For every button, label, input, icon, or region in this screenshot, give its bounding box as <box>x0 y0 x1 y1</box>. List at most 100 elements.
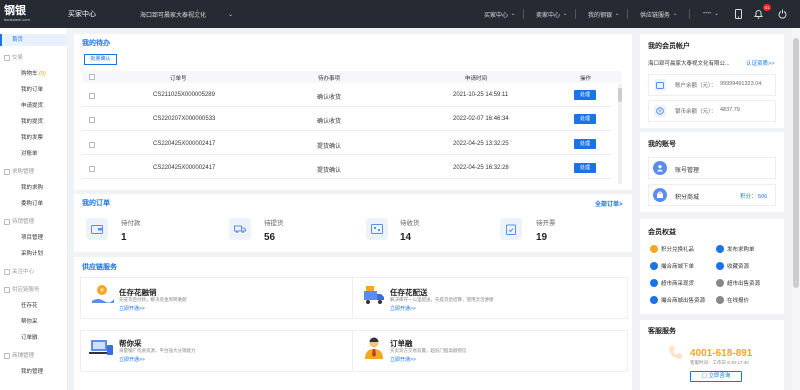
chevron-down-icon: ⌄ <box>511 11 516 17</box>
sidebar-item-my-invoice[interactable]: 我的发票 <box>0 132 68 144</box>
sidebar-group-supply-chain[interactable]: 供应链服务 <box>0 284 68 296</box>
task: 提货确认 <box>317 144 342 150</box>
page-scrollbar[interactable] <box>792 28 800 390</box>
batch-confirm-button[interactable]: 批量确认 <box>84 54 117 65</box>
sidebar-item-label: 委购订单 <box>21 201 44 207</box>
activate-link[interactable]: 立即开通>> <box>119 356 145 363</box>
sidebar-item-entrusted-orders[interactable]: 委购订单 <box>0 198 68 210</box>
sidebar-item-cart[interactable]: 购物车 (0) <box>0 68 68 80</box>
sidebar-item-home[interactable]: 首页 <box>0 34 68 46</box>
stat-value[interactable]: 56 <box>264 232 275 243</box>
user-icon <box>653 161 667 175</box>
mobile-icon[interactable] <box>732 8 744 20</box>
table-scrollbar[interactable] <box>618 84 622 184</box>
stat-label[interactable]: 待收货 <box>400 217 420 227</box>
svg-text:¥: ¥ <box>658 109 661 115</box>
process-button[interactable]: 处理 <box>574 90 596 100</box>
sidebar-item-my-orders[interactable]: 我的订单 <box>0 84 68 96</box>
row-checkbox[interactable] <box>89 117 95 123</box>
sidebar-item-my-pickup[interactable]: 我的提货 <box>0 116 68 128</box>
all-orders-link[interactable]: 全部订单> <box>595 199 623 208</box>
sidebar-item-label: 我的订单 <box>21 87 44 93</box>
nav-label: 我的钢银 <box>588 12 613 19</box>
sidebar-item-label: 申请提货 <box>21 103 44 109</box>
stat-value[interactable]: 1 <box>121 232 127 243</box>
sidebar-item-projects[interactable]: 项目管理 <box>0 232 68 244</box>
sidebar-group-trade[interactable]: 交易 <box>0 52 68 64</box>
benefit-label: 收藏资源 <box>727 264 750 270</box>
sidebar-group-shop[interactable]: 商铺管理 <box>0 350 68 362</box>
sidebar-group-follow[interactable]: 关注中心 <box>0 266 68 278</box>
sidebar-item-dingdanrong[interactable]: 订单融 <box>0 332 68 344</box>
sidebar-item-label: 我的提货 <box>21 119 44 125</box>
chevron-down-icon: ⌄ <box>714 11 719 17</box>
sidebar-group-label: 交易 <box>12 55 24 61</box>
sidebar-group-pending[interactable]: 待销管理 <box>0 216 68 228</box>
stat-value[interactable]: 19 <box>536 232 547 243</box>
activate-link[interactable]: 立即开通>> <box>390 305 416 312</box>
benefit-item[interactable]: 收藏资源 <box>716 262 749 270</box>
points-mall-label: 积分商城 <box>675 195 700 201</box>
scroll-thumb[interactable] <box>618 88 622 102</box>
sidebar-item-label: 我的求购 <box>21 185 44 191</box>
sidebar-item-purchase-plan[interactable]: 采购计划 <box>0 248 68 260</box>
bell-icon[interactable] <box>752 8 764 20</box>
store-icon <box>650 279 658 287</box>
verify-link[interactable]: 认证资质>> <box>746 59 774 67</box>
task: 确认收货 <box>317 95 342 101</box>
activate-link[interactable]: 立即开通>> <box>119 305 145 312</box>
row-checkbox[interactable] <box>89 93 95 99</box>
benefit-label: 撮合商城出售资源 <box>661 298 706 304</box>
nav-supply-chain[interactable]: 供应链服务 ⌄ <box>640 0 677 28</box>
exit-icon[interactable] <box>776 8 788 20</box>
benefit-item[interactable]: 发布求购单 <box>716 245 755 253</box>
services-title: 供应链服务 <box>82 264 117 271</box>
benefit-item[interactable]: 积分兑换礼品 <box>650 245 694 253</box>
sidebar-group-label: 关注中心 <box>12 269 35 275</box>
stat-value[interactable]: 14 <box>400 232 411 243</box>
row-checkbox[interactable] <box>89 166 95 172</box>
stat-label[interactable]: 待提货 <box>264 217 284 227</box>
sidebar-item-rencunhua[interactable]: 任存花 <box>0 300 68 312</box>
user-menu[interactable]: •••• ⌄ <box>703 0 719 28</box>
nav-seller-center[interactable]: 卖家中心 ⌄ <box>536 0 567 28</box>
benefit-item[interactable]: 超市商采现货 <box>650 279 694 287</box>
top-bar: 钢银 banksteel.com 买家中心 海口郅可晨家大泰视文化 ⌄ <box>0 0 800 28</box>
divider <box>197 9 198 19</box>
stat-label[interactable]: 待付款 <box>121 217 141 227</box>
company-selector[interactable]: 海口郅可晨家大泰视文化 ⌄ <box>140 10 233 19</box>
benefit-item[interactable]: 撮合商城出售资源 <box>650 296 705 304</box>
sidebar-item-apply-pickup[interactable]: 申请提货 <box>0 100 68 112</box>
scroll-thumb[interactable] <box>793 38 799 288</box>
consult-button[interactable]: ▢ 立即咨询 <box>690 371 742 382</box>
sidebar-item-my-management[interactable]: 我的管理 <box>0 366 68 378</box>
logo[interactable]: 钢银 banksteel.com <box>0 0 70 28</box>
benefit-item[interactable]: 在线报价 <box>716 296 749 304</box>
process-button[interactable]: 处理 <box>574 139 596 149</box>
benefit-item[interactable]: 超市出售资源 <box>716 279 760 287</box>
row-checkbox[interactable] <box>89 142 95 148</box>
activate-link[interactable]: 立即开通>> <box>390 356 416 363</box>
sidebar-item-bangnicai[interactable]: 帮你采 <box>0 316 68 328</box>
sidebar-group-label: 商铺管理 <box>12 353 35 359</box>
consult-label: 立即咨询 <box>708 373 731 379</box>
nav-my-banksteel[interactable]: 我的钢银 ⌄ <box>588 0 619 28</box>
process-button[interactable]: 处理 <box>574 163 596 173</box>
nav-label: 供应链服务 <box>640 12 671 19</box>
nav-buyer-center[interactable]: 买家中心 ⌄ <box>484 0 515 28</box>
process-button[interactable]: 处理 <box>574 114 596 124</box>
gift-icon <box>650 245 658 253</box>
sidebar-item-statement[interactable]: 对账单 <box>0 148 68 160</box>
apply-time: 2022-04-25 16:32:28 <box>453 165 509 171</box>
stat-label[interactable]: 待开票 <box>536 217 556 227</box>
benefit-label: 发布求购单 <box>727 247 755 253</box>
sell-icon <box>716 279 724 287</box>
benefit-item[interactable]: 撮合商城下单 <box>650 262 694 270</box>
sidebar-item-my-purchase[interactable]: 我的求购 <box>0 182 68 194</box>
support-phone[interactable]: 4001-618-891 <box>690 348 752 359</box>
account-manage-row[interactable] <box>648 157 776 179</box>
col-time: 申请时间 <box>465 76 488 82</box>
select-all-checkbox[interactable] <box>89 74 95 80</box>
sidebar-group-purchase[interactable]: 求购管理 <box>0 166 68 178</box>
task: 确认收货 <box>317 119 342 125</box>
